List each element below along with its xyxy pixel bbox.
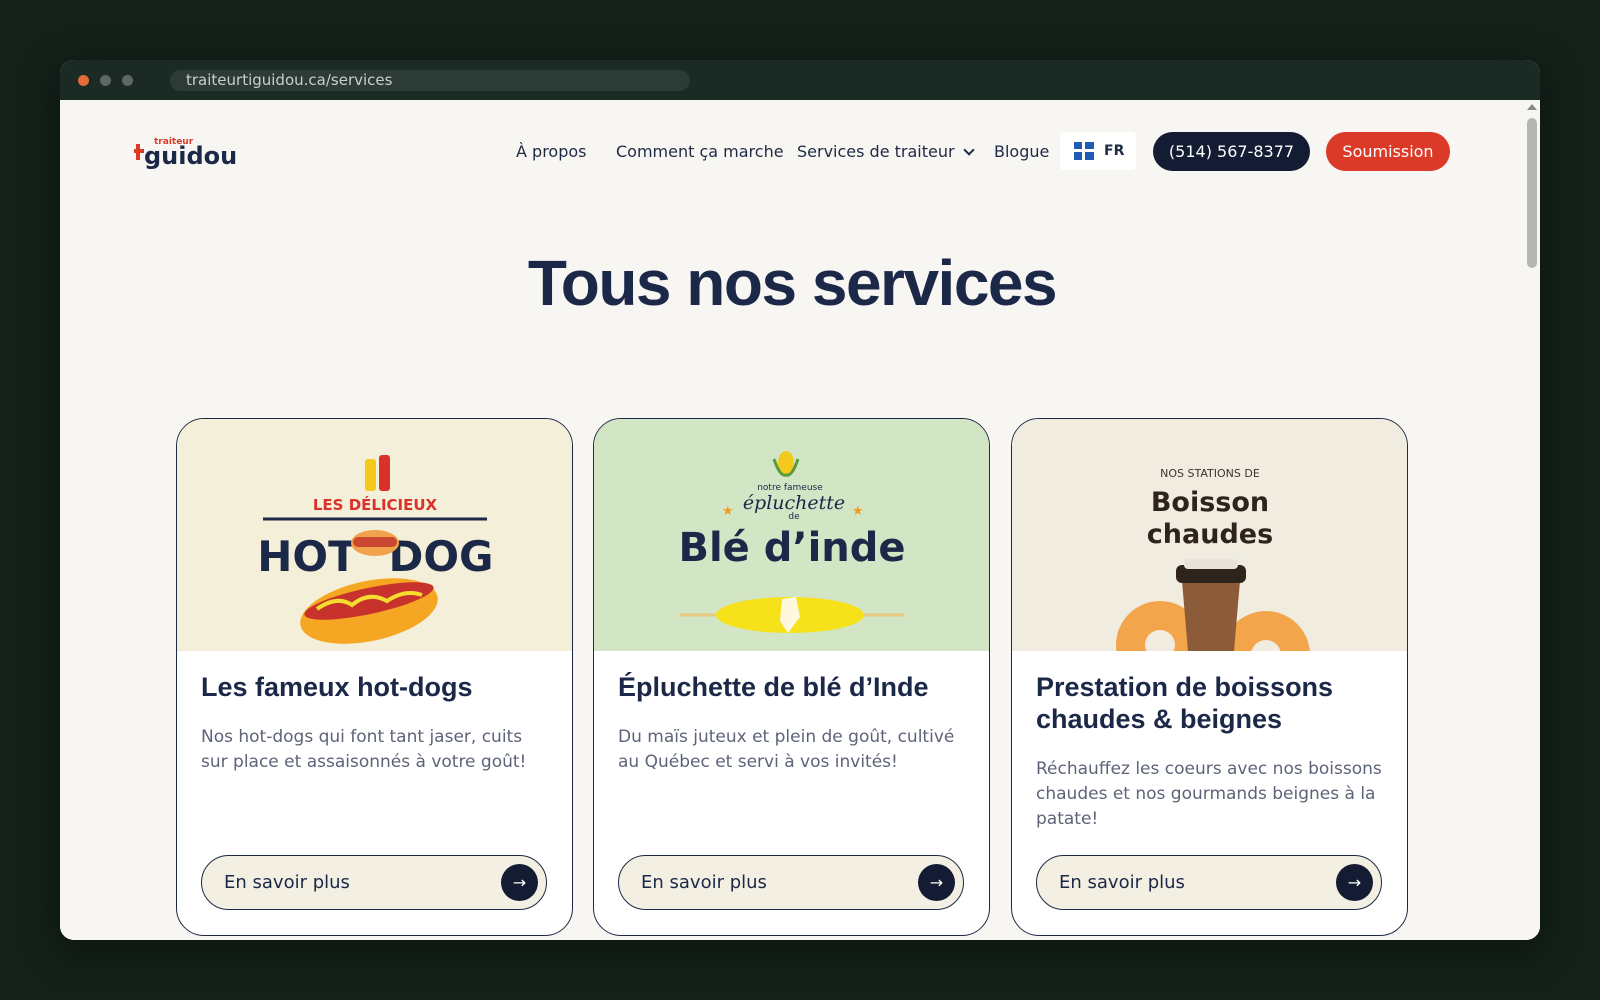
arrow-right-icon: →	[1336, 864, 1373, 901]
browser-window: traiteurtiguidou.ca/services traiteur gu…	[60, 60, 1540, 940]
corn-img-line-4: Blé d’inde	[678, 525, 905, 571]
browser-chrome: traiteurtiguidou.ca/services	[60, 60, 1540, 100]
hotdog-img-word-2: DOG	[388, 532, 493, 581]
nav-link-about[interactable]: À propos	[516, 142, 586, 161]
scrollbar-thumb[interactable]	[1527, 118, 1537, 268]
card-title: Prestation de boissons chaudes & beignes	[1036, 672, 1334, 734]
scroll-up-arrow-icon[interactable]	[1527, 104, 1537, 110]
page-title: Tous nos services	[527, 247, 1058, 319]
svg-text:★: ★	[852, 503, 864, 518]
learn-more-label: En savoir plus	[224, 872, 350, 893]
drinks-img-line-2: Boisson	[1151, 487, 1269, 518]
service-card-hotdogs[interactable]: LES DÉLICIEUX HOT DOG Les fameux hot-dog…	[176, 418, 573, 936]
card-description: Nos hot-dogs qui font tant jaser, cuits …	[201, 727, 527, 772]
drinks-img-line-1: NOS STATIONS DE	[1160, 467, 1260, 480]
minimize-window-button[interactable]	[100, 74, 111, 86]
page-viewport: traiteur guidou À propos Comment ça marc…	[60, 100, 1540, 940]
learn-more-button[interactable]: En savoir plus →	[201, 855, 547, 910]
hotdog-img-tagline: LES DÉLICIEUX	[313, 495, 438, 514]
nav-link-how-it-works[interactable]: Comment ça marche	[616, 142, 784, 161]
drinks-img-line-3: chaudes	[1147, 519, 1273, 550]
learn-more-label: En savoir plus	[641, 872, 767, 893]
close-window-button[interactable]	[78, 74, 89, 86]
nav-link-catering-services[interactable]: Services de traiteur	[797, 142, 975, 161]
vertical-scrollbar[interactable]	[1524, 100, 1540, 940]
maximize-window-button[interactable]	[122, 74, 133, 86]
site-logo[interactable]: traiteur guidou	[134, 134, 244, 170]
corn-img-line-3: de	[788, 512, 800, 522]
quote-button[interactable]: Soumission	[1326, 132, 1450, 171]
nav-link-catering-label: Services de traiteur	[797, 142, 955, 161]
corn-img-line-2: épluchette	[743, 492, 845, 514]
learn-more-label: En savoir plus	[1059, 872, 1185, 893]
card-image-hotdogs: LES DÉLICIEUX HOT DOG	[177, 419, 572, 651]
address-bar[interactable]: traiteurtiguidou.ca/services	[170, 70, 690, 91]
arrow-right-icon: →	[918, 864, 955, 901]
language-label: FR	[1104, 143, 1125, 159]
card-title: Épluchette de blé d’Inde	[618, 672, 929, 702]
card-image-corn: notre fameuse épluchette de Blé d’inde ★…	[594, 419, 989, 651]
card-description: Réchauffez les coeurs avec nos boissons …	[1036, 759, 1382, 829]
svg-text:★: ★	[722, 503, 734, 518]
logo-main-text: guidou	[144, 142, 237, 170]
quebec-flag-icon	[1074, 142, 1094, 160]
nav-link-blog[interactable]: Blogue	[994, 142, 1049, 161]
hotdog-img-word-1: HOT	[257, 532, 357, 581]
card-description: Du maïs juteux et plein de goût, cultivé…	[618, 727, 955, 772]
chevron-down-icon	[962, 144, 975, 156]
language-switcher[interactable]: FR	[1060, 132, 1136, 170]
site-header: traiteur guidou À propos Comment ça marc…	[60, 100, 1524, 200]
learn-more-button[interactable]: En savoir plus →	[618, 855, 964, 910]
service-card-hot-drinks[interactable]: NOS STATIONS DE Boisson chaudes Prestati…	[1011, 418, 1408, 936]
phone-button[interactable]: (514) 567-8377	[1153, 132, 1310, 171]
learn-more-button[interactable]: En savoir plus →	[1036, 855, 1382, 910]
card-title: Les fameux hot-dogs	[201, 672, 473, 702]
arrow-right-icon: →	[501, 864, 538, 901]
service-card-corn[interactable]: notre fameuse épluchette de Blé d’inde ★…	[593, 418, 990, 936]
card-image-hot-drinks: NOS STATIONS DE Boisson chaudes	[1012, 419, 1407, 651]
